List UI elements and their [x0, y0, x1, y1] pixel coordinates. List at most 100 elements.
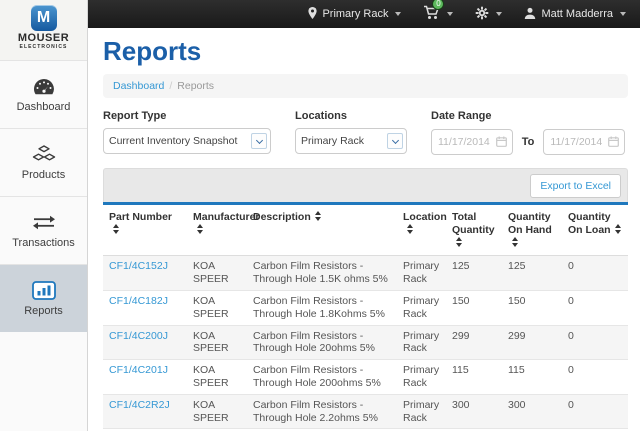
quantity-on-hand-cell: 300	[502, 394, 562, 429]
quantity-on-hand-cell: 150	[502, 290, 562, 325]
sidebar-item-products[interactable]: Products	[0, 128, 87, 196]
quantity-on-loan-cell: 0	[562, 325, 628, 360]
manufacturer-cell: KOA SPEER	[187, 256, 247, 291]
part-number-link[interactable]: CF1/4C152J	[109, 260, 168, 272]
sidebar-item-label: Reports	[24, 305, 63, 317]
quantity-on-loan-cell: 0	[562, 256, 628, 291]
column-header[interactable]: Total Quantity	[446, 205, 502, 256]
manufacturer-cell: KOA SPEER	[187, 325, 247, 360]
part-number-cell: CF1/4C2R2J	[103, 394, 187, 429]
date-range-group: Date Range 11/17/2014 To 11/17/2014	[431, 110, 640, 155]
sidebar-item-transactions[interactable]: Transactions	[0, 196, 87, 264]
manufacturer-cell: KOA SPEER	[187, 394, 247, 429]
table-row: CF1/4C201J KOA SPEER Carbon Film Resisto…	[103, 360, 628, 395]
dashboard-gauge-icon	[33, 76, 55, 96]
description-cell: Carbon Film Resistors - Through Hole 20o…	[247, 325, 397, 360]
column-header[interactable]: Quantity On Hand	[502, 205, 562, 256]
report-type-group: Report Type Current Inventory Snapshot	[103, 110, 271, 155]
part-number-link[interactable]: CF1/4C2R2J	[109, 399, 170, 411]
app-window: M MOUSER ELECTRONICS Dashboard	[0, 0, 640, 431]
report-filters: Report Type Current Inventory Snapshot L…	[103, 110, 628, 155]
date-range-label: Date Range	[431, 110, 640, 122]
location-cell: Primary Rack	[397, 290, 446, 325]
location-selector[interactable]: Primary Rack	[308, 7, 401, 22]
location-cell: Primary Rack	[397, 394, 446, 429]
part-number-link[interactable]: CF1/4C200J	[109, 330, 168, 342]
table-row: CF1/4C152J KOA SPEER Carbon Film Resisto…	[103, 256, 628, 291]
cart-button[interactable]: 0	[423, 5, 453, 23]
report-type-select[interactable]: Current Inventory Snapshot	[103, 128, 271, 154]
sidebar-item-label: Dashboard	[17, 101, 71, 113]
location-pin-icon	[308, 7, 317, 22]
breadcrumb-current: Reports	[177, 80, 214, 92]
table-row: CF1/4C182J KOA SPEER Carbon Film Resisto…	[103, 290, 628, 325]
part-number-cell: CF1/4C200J	[103, 325, 187, 360]
settings-menu[interactable]	[475, 6, 502, 23]
locations-select[interactable]: Primary Rack	[295, 128, 407, 154]
date-to-label: To	[522, 136, 535, 148]
panel-heading: Export to Excel	[103, 168, 628, 202]
manufacturer-cell: KOA SPEER	[187, 360, 247, 395]
location-cell: Primary Rack	[397, 256, 446, 291]
column-header[interactable]: Manufacturer	[187, 205, 247, 256]
date-to-input[interactable]: 11/17/2014	[543, 129, 625, 155]
column-header[interactable]: Quantity On Loan	[562, 205, 628, 256]
caret-down-icon	[496, 12, 502, 16]
locations-value: Primary Rack	[296, 135, 387, 147]
gear-icon	[475, 6, 489, 23]
column-header[interactable]: Description	[247, 205, 397, 256]
calendar-icon	[608, 136, 619, 147]
location-cell: Primary Rack	[397, 360, 446, 395]
part-number-link[interactable]: CF1/4C201J	[109, 364, 168, 376]
sidebar-item-reports[interactable]: Reports	[0, 264, 87, 332]
total-quantity-cell: 150	[446, 290, 502, 325]
sidebar-item-label: Transactions	[12, 237, 75, 249]
page-title: Reports	[103, 36, 628, 66]
report-type-label: Report Type	[103, 110, 271, 122]
column-header-label: Location	[403, 211, 447, 223]
location-label: Primary Rack	[322, 8, 388, 20]
sort-icon	[197, 224, 204, 234]
caret-down-icon	[447, 12, 453, 16]
chevron-down-icon	[387, 133, 403, 149]
export-to-excel-button[interactable]: Export to Excel	[530, 174, 621, 198]
date-from-input[interactable]: 11/17/2014	[431, 129, 513, 155]
sort-icon	[315, 211, 322, 221]
total-quantity-cell: 300	[446, 394, 502, 429]
exchange-arrows-icon	[32, 212, 56, 232]
column-header[interactable]: Part Number	[103, 205, 187, 256]
user-name-label: Matt Madderra	[541, 8, 613, 20]
report-results-panel: Export to Excel Part NumberManufacturerD…	[103, 168, 628, 431]
quantity-on-hand-cell: 115	[502, 360, 562, 395]
quantity-on-loan-cell: 0	[562, 290, 628, 325]
user-menu[interactable]: Matt Madderra	[524, 7, 626, 22]
description-cell: Carbon Film Resistors - Through Hole 2.2…	[247, 394, 397, 429]
breadcrumb-dashboard-link[interactable]: Dashboard	[113, 80, 164, 92]
sidebar: M MOUSER ELECTRONICS Dashboard	[0, 0, 88, 431]
table-header-row: Part NumberManufacturerDescriptionLocati…	[103, 205, 628, 256]
locations-label: Locations	[295, 110, 407, 122]
user-icon	[524, 7, 536, 22]
manufacturer-cell: KOA SPEER	[187, 290, 247, 325]
column-header[interactable]: Location	[397, 205, 446, 256]
mouser-logo-icon: M	[31, 5, 57, 31]
total-quantity-cell: 125	[446, 256, 502, 291]
description-cell: Carbon Film Resistors - Through Hole 1.5…	[247, 256, 397, 291]
sort-icon	[407, 224, 414, 234]
chevron-down-icon	[251, 133, 267, 149]
part-number-link[interactable]: CF1/4C182J	[109, 295, 168, 307]
sort-icon	[512, 237, 519, 247]
sort-icon	[456, 237, 463, 247]
cart-icon	[423, 11, 440, 23]
sidebar-item-label: Products	[22, 169, 65, 181]
quantity-on-hand-cell: 125	[502, 256, 562, 291]
date-to-value: 11/17/2014	[544, 136, 608, 148]
column-header-label: Manufacturer	[193, 211, 260, 223]
mouser-logo[interactable]: M MOUSER ELECTRONICS	[0, 0, 87, 60]
cart-count-badge: 0	[432, 0, 444, 10]
locations-group: Locations Primary Rack	[295, 110, 407, 155]
inventory-table: Part NumberManufacturerDescriptionLocati…	[103, 205, 628, 431]
quantity-on-hand-cell: 299	[502, 325, 562, 360]
sidebar-item-dashboard[interactable]: Dashboard	[0, 60, 87, 128]
caret-down-icon	[620, 12, 626, 16]
